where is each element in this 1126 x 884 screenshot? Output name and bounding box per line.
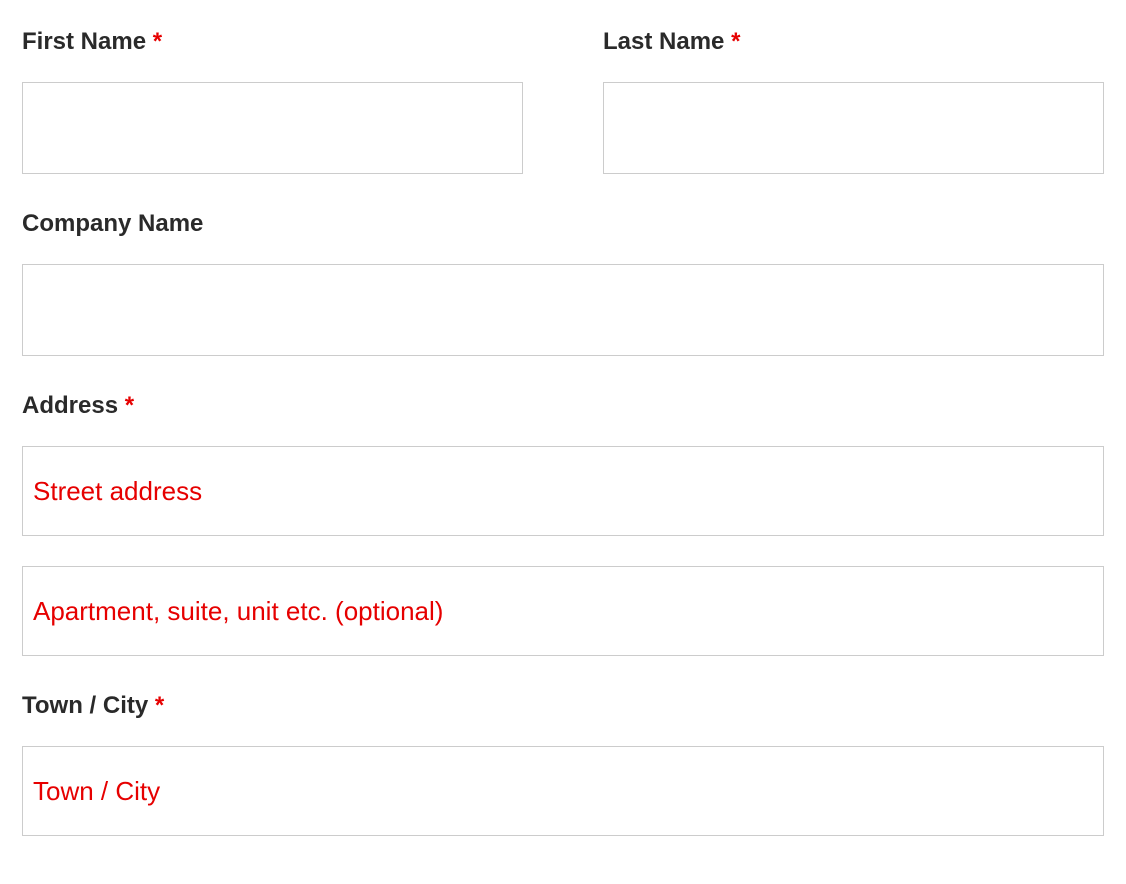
first-name-label-text: First Name <box>22 28 146 55</box>
town-city-input[interactable] <box>22 746 1104 836</box>
street-address-input[interactable] <box>22 446 1104 536</box>
town-city-label: Town / City * <box>22 692 1104 720</box>
last-name-label: Last Name * <box>603 28 1104 56</box>
apartment-input[interactable] <box>22 566 1104 656</box>
last-name-input[interactable] <box>603 82 1104 174</box>
address-required-mark: * <box>125 392 134 419</box>
first-name-label: First Name * <box>22 28 523 56</box>
last-name-label-text: Last Name <box>603 28 724 55</box>
company-name-label-text: Company Name <box>22 210 203 237</box>
town-city-field: Town / City * <box>22 692 1104 836</box>
first-name-required-mark: * <box>153 28 162 55</box>
town-city-label-text: Town / City <box>22 692 148 719</box>
first-name-field: First Name * <box>22 28 523 174</box>
name-row: First Name * Last Name * <box>22 28 1104 174</box>
last-name-required-mark: * <box>731 28 740 55</box>
last-name-field: Last Name * <box>603 28 1104 174</box>
company-name-label: Company Name <box>22 210 1104 238</box>
address-field: Address * <box>22 392 1104 656</box>
town-city-required-mark: * <box>155 692 164 719</box>
address-label-text: Address <box>22 392 118 419</box>
company-name-input[interactable] <box>22 264 1104 356</box>
company-name-field: Company Name <box>22 210 1104 356</box>
first-name-input[interactable] <box>22 82 523 174</box>
address-label: Address * <box>22 392 1104 420</box>
